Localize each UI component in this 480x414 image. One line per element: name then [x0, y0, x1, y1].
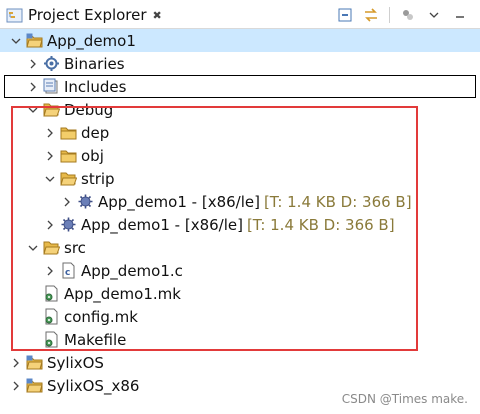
- folder-icon: [60, 124, 77, 141]
- tree-item-label: strip: [81, 169, 115, 188]
- tree-item-label: dep: [81, 123, 110, 142]
- no-arrow: [27, 334, 39, 346]
- tree-item-label: src: [64, 238, 86, 257]
- includes-icon: [43, 78, 60, 95]
- expand-arrow[interactable]: [44, 150, 56, 162]
- link-editor-icon: [365, 8, 377, 22]
- svg-text:c: c: [65, 268, 70, 278]
- tree-item[interactable]: Debug: [0, 98, 480, 121]
- tree-item[interactable]: App_demo1 - [x86/le] [T: 1.4 KB D: 366 B]: [0, 190, 480, 213]
- minimize-button[interactable]: [450, 5, 470, 25]
- expand-arrow[interactable]: [44, 265, 56, 277]
- tree-item[interactable]: src: [0, 236, 480, 259]
- expand-arrow[interactable]: [10, 380, 22, 392]
- tab-title: Project Explorer: [28, 6, 147, 24]
- tree-item-label: Debug: [64, 100, 114, 119]
- tree-item[interactable]: SylixOS: [0, 351, 480, 374]
- tree-item-size-info: [T: 1.4 KB D: 366 B]: [263, 192, 412, 211]
- collapse-arrow[interactable]: [44, 173, 56, 185]
- chevron-down-icon: [28, 245, 38, 251]
- tree-item-label: App_demo1 - [x86/le]: [81, 215, 243, 234]
- watermark: CSDN @Times make.: [341, 392, 468, 406]
- tree-item[interactable]: Binaries: [0, 52, 480, 75]
- tree-item[interactable]: App_demo1 - [x86/le] [T: 1.4 KB D: 366 B]: [0, 213, 480, 236]
- collapse-all-icon: [338, 8, 352, 22]
- chevron-down-icon: [28, 107, 38, 113]
- project-folder-icon: [26, 354, 43, 371]
- close-icon[interactable]: ✖: [153, 9, 162, 22]
- tree-item-label: SylixOS_x86: [47, 376, 140, 395]
- tree-item-label: App_demo1: [47, 31, 136, 50]
- binaries-icon: [43, 55, 60, 72]
- tree-item-label: Binaries: [64, 54, 125, 73]
- tree-item-label: App_demo1.c: [81, 261, 183, 280]
- no-arrow: [27, 288, 39, 300]
- no-arrow: [27, 311, 39, 323]
- view-toolbar: [335, 4, 470, 26]
- filters-button[interactable]: [398, 5, 418, 25]
- tab-project-explorer[interactable]: Project Explorer ✖: [3, 3, 164, 27]
- chevron-right-icon: [13, 381, 19, 390]
- chevron-right-icon: [30, 82, 36, 91]
- expand-arrow[interactable]: [27, 58, 39, 70]
- tree-item-label: Includes: [64, 77, 127, 96]
- view-menu-button[interactable]: [424, 5, 444, 25]
- collapse-all-button[interactable]: [335, 5, 355, 25]
- chevron-down-icon: [45, 176, 55, 182]
- collapse-arrow[interactable]: [27, 104, 39, 116]
- tree-item[interactable]: config.mk: [0, 305, 480, 328]
- link-with-editor-button[interactable]: [361, 5, 381, 25]
- folder-icon: [60, 147, 77, 164]
- tree-item-size-info: [T: 1.4 KB D: 366 B]: [246, 215, 395, 234]
- tree-item-label: obj: [81, 146, 104, 165]
- filter-icon: [403, 10, 413, 20]
- chevron-right-icon: [47, 151, 53, 160]
- chevron-right-icon: [47, 128, 53, 137]
- chevron-right-icon: [47, 220, 53, 229]
- folder-open-icon: [60, 170, 77, 187]
- project-explorer-icon: [6, 7, 23, 24]
- expand-arrow[interactable]: [61, 196, 73, 208]
- tree-item[interactable]: c App_demo1.c: [0, 259, 480, 282]
- expand-arrow[interactable]: [44, 127, 56, 139]
- chevron-right-icon: [13, 358, 19, 367]
- chevron-right-icon: [64, 197, 70, 206]
- tree-item[interactable]: App_demo1: [0, 29, 480, 52]
- toolbar-separator: [389, 7, 390, 23]
- tree-item-label: App_demo1 - [x86/le]: [98, 192, 260, 211]
- collapse-arrow[interactable]: [10, 35, 22, 47]
- tree-item-label: App_demo1.mk: [64, 284, 181, 303]
- tree-item[interactable]: obj: [0, 144, 480, 167]
- expand-arrow[interactable]: [10, 357, 22, 369]
- tree-item[interactable]: dep: [0, 121, 480, 144]
- folder-open-icon: [43, 101, 60, 118]
- executable-icon: [60, 216, 77, 233]
- minimize-icon: [456, 16, 464, 18]
- project-folder-icon: [26, 32, 43, 49]
- chevron-right-icon: [47, 266, 53, 275]
- c-file-icon: c: [60, 262, 77, 279]
- tree-item[interactable]: Includes: [4, 75, 476, 98]
- folder-open-icon: [43, 239, 60, 256]
- tree-item[interactable]: Makefile: [0, 328, 480, 351]
- executable-icon: [77, 193, 94, 210]
- project-folder-icon: [26, 377, 43, 394]
- chevron-down-icon: [429, 12, 439, 18]
- chevron-down-icon: [11, 38, 21, 44]
- makefile-icon: [43, 331, 60, 348]
- tree-item[interactable]: strip: [0, 167, 480, 190]
- chevron-right-icon: [30, 59, 36, 68]
- tree-item-label: config.mk: [64, 307, 138, 326]
- makefile-icon: [43, 308, 60, 325]
- expand-arrow[interactable]: [44, 219, 56, 231]
- view-tab-bar: Project Explorer ✖: [0, 0, 480, 29]
- tree-item-label: SylixOS: [47, 353, 104, 372]
- expand-arrow[interactable]: [27, 81, 39, 93]
- makefile-icon: [43, 285, 60, 302]
- tree-item[interactable]: App_demo1.mk: [0, 282, 480, 305]
- tree-item-label: Makefile: [64, 330, 127, 349]
- collapse-arrow[interactable]: [27, 242, 39, 254]
